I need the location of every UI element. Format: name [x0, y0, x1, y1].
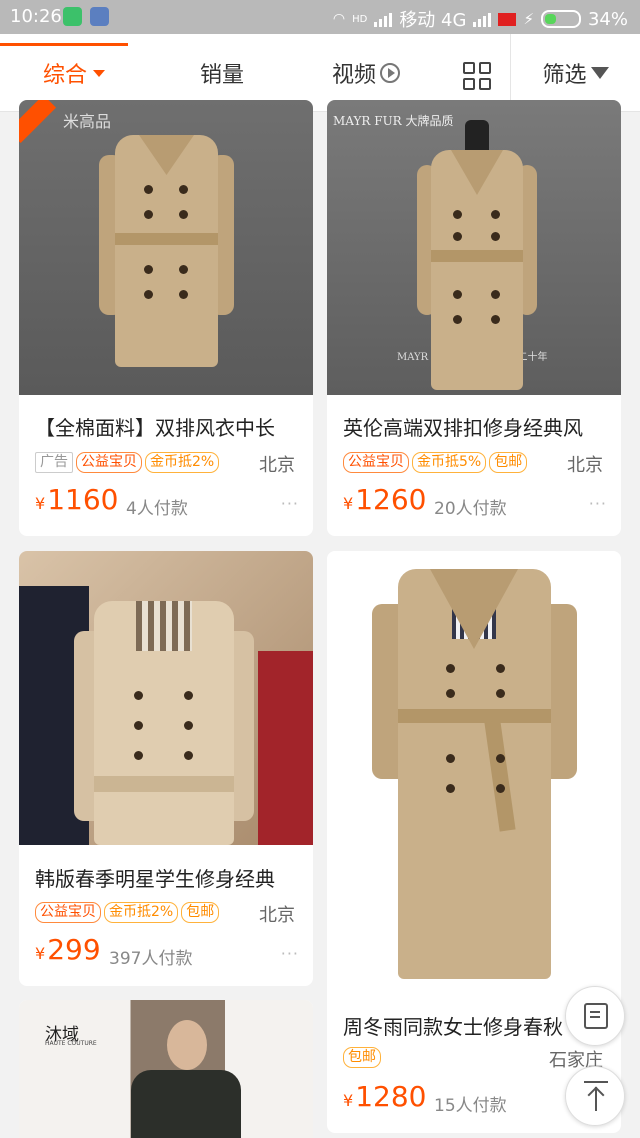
product-card[interactable]: 韩版春季明星学生修身经典 公益宝贝 金币抵2% 包邮 北京 ¥ 299 397人… — [19, 551, 313, 986]
product-price: ¥ 299 — [35, 933, 101, 966]
battery-icon — [540, 10, 581, 28]
product-price: ¥ 1260 — [343, 483, 426, 516]
product-title[interactable]: 韩版春季明星学生修身经典 — [35, 863, 305, 892]
battery-level — [544, 14, 556, 24]
flag-icon — [498, 12, 517, 26]
hot-badge — [19, 100, 57, 144]
coin-tag: 金币抵5% — [412, 452, 487, 473]
signal-icon-2 — [473, 11, 492, 27]
carrier-label: 移动 4G — [399, 10, 467, 31]
wifi-icon: ◠ — [332, 11, 346, 27]
product-image[interactable]: MAYR FUR 大牌品质 MAYR FUR 专注高端成衣二十年 — [327, 100, 621, 395]
product-image[interactable] — [19, 551, 313, 845]
coat-illustration — [99, 135, 234, 367]
product-tags: 广告 公益宝贝 金币抵2% — [35, 452, 220, 473]
currency-symbol: ¥ — [343, 1091, 354, 1110]
model-head — [167, 1020, 207, 1070]
price-value: 1260 — [355, 483, 427, 516]
product-location: 北京 — [567, 455, 603, 476]
currency-symbol: ¥ — [343, 494, 354, 513]
app-notification-icon — [63, 7, 82, 26]
product-image[interactable]: 米高品 — [19, 100, 313, 395]
clock: 10:26 — [10, 6, 62, 27]
ad-tag: 广告 — [35, 452, 73, 473]
product-price: ¥ 1280 — [343, 1080, 426, 1113]
coat-illustration — [74, 591, 254, 845]
product-location: 北京 — [259, 905, 295, 926]
more-options-icon[interactable]: ··· — [281, 494, 299, 513]
product-card[interactable]: 米高品 【全棉面料】双排风衣中长 广告 公益宝贝 金币抵2% 北京 ¥ 1160… — [19, 100, 313, 536]
charity-tag: 公益宝贝 — [76, 452, 142, 473]
free-shipping-tag: 包邮 — [343, 1047, 381, 1068]
brand-logo-subtext: HAUTE COUTURE — [45, 1040, 97, 1047]
coat-illustration — [417, 120, 537, 390]
price-value: 299 — [47, 933, 101, 966]
sold-count: 20人付款 — [434, 499, 507, 519]
red-coat-shape — [258, 651, 313, 845]
tab-label: 视频 — [331, 63, 376, 88]
back-to-top-icon — [584, 1081, 608, 1113]
product-card[interactable]: 周冬雨同款女士修身春秋 包邮 石家庄 ¥ 1280 15人付款 — [327, 551, 621, 1133]
product-image[interactable] — [327, 551, 621, 991]
tab-label: 销量 — [199, 63, 244, 88]
sold-count: 397人付款 — [109, 949, 193, 969]
sold-count: 15人付款 — [434, 1096, 507, 1116]
product-price: ¥ 1160 — [35, 483, 118, 516]
price-value: 1160 — [47, 483, 119, 516]
grid-view-icon[interactable] — [463, 62, 491, 90]
free-shipping-tag: 包邮 — [181, 902, 220, 923]
charging-icon: ⚡ — [523, 10, 534, 28]
product-title[interactable]: 【全棉面料】双排风衣中长 — [35, 412, 305, 441]
product-card[interactable]: 沐域 HAUTE COUTURE — [19, 1000, 313, 1138]
app-notification-icon-2 — [90, 7, 109, 26]
coin-tag: 金币抵2% — [145, 452, 220, 473]
product-title[interactable]: 英伦高端双排扣修身经典风 — [343, 412, 613, 441]
tab-label: 综合 — [42, 63, 87, 88]
edit-note-icon — [584, 1003, 608, 1029]
back-to-top-button[interactable] — [565, 1066, 625, 1126]
signal-icon — [374, 11, 393, 27]
coin-tag: 金币抵2% — [104, 902, 179, 923]
charity-tag: 公益宝贝 — [343, 452, 409, 473]
filter-label: 筛选 — [542, 63, 587, 88]
hd-label: HD — [352, 13, 368, 25]
product-tags: 公益宝贝 金币抵5% 包邮 — [343, 452, 528, 473]
dropdown-arrow-icon — [93, 69, 105, 77]
product-location: 北京 — [259, 455, 295, 476]
more-options-icon[interactable]: ··· — [589, 494, 607, 513]
charity-tag: 公益宝贝 — [35, 902, 101, 923]
sold-count: 4人付款 — [126, 499, 188, 519]
price-value: 1280 — [355, 1080, 427, 1113]
coat-illustration — [372, 569, 577, 979]
battery-percent: 34% — [587, 8, 628, 30]
product-tags: 包邮 — [343, 1047, 381, 1068]
product-tags: 公益宝贝 金币抵2% 包邮 — [35, 902, 220, 923]
product-card[interactable]: MAYR FUR 大牌品质 MAYR FUR 专注高端成衣二十年 英伦高端双排扣… — [327, 100, 621, 536]
feedback-button[interactable] — [565, 986, 625, 1046]
product-image[interactable]: 沐域 HAUTE COUTURE — [19, 1000, 313, 1138]
active-tab-indicator — [0, 43, 128, 46]
free-shipping-tag: 包邮 — [489, 452, 528, 473]
play-icon — [380, 63, 400, 83]
status-bar: 10:26 ◠ HD 移动 4G ⚡ 34% — [0, 0, 640, 34]
more-options-icon[interactable]: ··· — [281, 944, 299, 963]
funnel-icon — [590, 67, 609, 79]
currency-symbol: ¥ — [35, 494, 46, 513]
currency-symbol: ¥ — [35, 944, 46, 963]
image-watermark: 米高品 — [63, 112, 112, 131]
model-coat — [131, 1070, 241, 1138]
